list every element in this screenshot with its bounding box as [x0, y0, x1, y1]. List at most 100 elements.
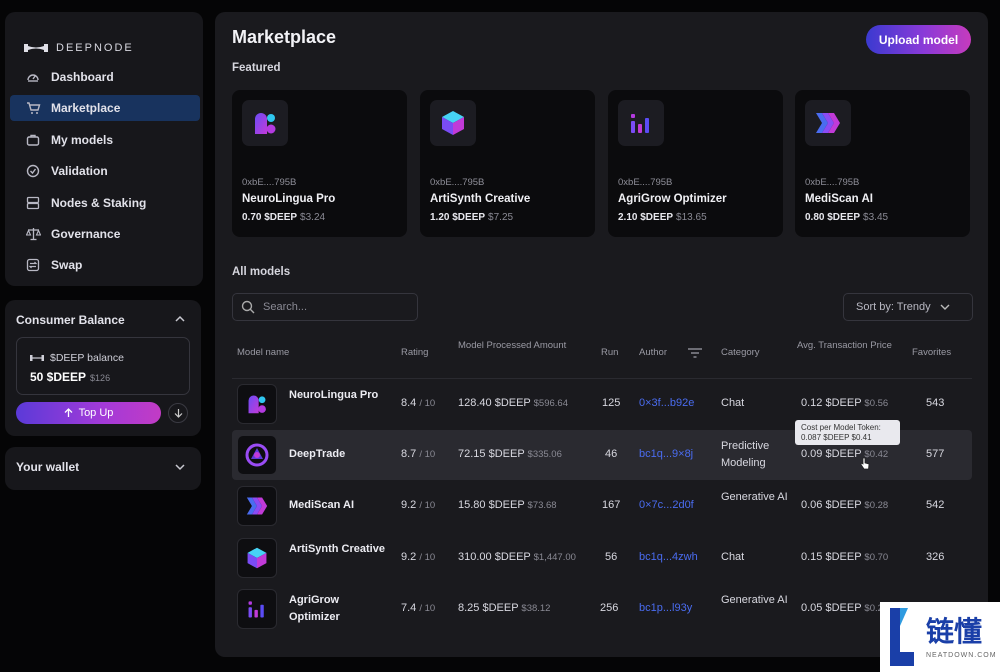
model-category: Chat	[721, 551, 745, 563]
rating-value: 7.4	[401, 602, 417, 614]
rating-max: / 10	[419, 500, 436, 511]
col-header-rating[interactable]: Rating	[401, 346, 428, 360]
briefcase-icon	[25, 132, 41, 148]
model-author-link[interactable]: bc1p...l93y	[639, 600, 692, 617]
model-run: 125	[602, 397, 621, 409]
col-header-run[interactable]: Run	[601, 346, 618, 360]
col-header-favorites[interactable]: Favorites	[912, 346, 951, 360]
featured-price: 0.70 $DEEP $3.24	[242, 212, 325, 223]
amount-usd: $596.64	[533, 398, 568, 409]
top-up-label: Top Up	[78, 407, 114, 419]
featured-price-deep: 0.70 $DEEP	[242, 212, 298, 223]
model-rating: 9.2 / 10	[401, 497, 435, 514]
brand-name: DEEPNODE	[56, 42, 134, 54]
table-row[interactable]: AgriGrow Optimizer 7.4 / 10 8.25 $DEEP $…	[232, 584, 972, 634]
model-author-link[interactable]: bc1q...9×8j	[639, 446, 693, 463]
sidebar-item-label: Dashboard	[51, 70, 114, 84]
model-run: 46	[605, 448, 618, 460]
model-processed: 128.40 $DEEP $596.64	[458, 395, 568, 412]
featured-price: 0.80 $DEEP $3.45	[805, 212, 888, 223]
sidebar-item-dashboard[interactable]: Dashboard	[10, 64, 200, 90]
featured-card-mediscan[interactable]: 0xbE....795B MediScan AI 0.80 $DEEP $3.45	[795, 90, 970, 237]
model-rating: 8.4 / 10	[401, 395, 435, 412]
model-favorites: 543	[926, 397, 945, 409]
amount-deep: 15.80 $DEEP	[458, 499, 525, 511]
model-favorites: 542	[926, 499, 945, 511]
col-header-author[interactable]: Author	[639, 346, 667, 360]
model-category: Generative AI	[721, 594, 788, 606]
tooltip-line-2: 0.087 $DEEP $0.41	[801, 433, 872, 442]
rating-value: 8.7	[401, 448, 417, 460]
sidebar-item-governance[interactable]: Governance	[10, 221, 200, 247]
sidebar-item-label: Nodes & Staking	[51, 195, 147, 210]
sidebar-item-label: Governance	[51, 226, 121, 241]
model-rating: 7.4 / 10	[401, 600, 435, 617]
featured-card-agrigrow[interactable]: 0xbE....795B AgriGrow Optimizer 2.10 $DE…	[608, 90, 783, 237]
amount-usd: $73.68	[527, 500, 557, 511]
rating-max: / 10	[419, 398, 436, 409]
artisynth-cube-icon	[430, 100, 476, 146]
featured-name: NeuroLingua Pro	[242, 193, 336, 205]
model-rating: 9.2 / 10	[401, 549, 435, 566]
featured-name: AgriGrow Optimizer	[618, 193, 727, 205]
sidebar-item-marketplace[interactable]: Marketplace	[10, 95, 200, 122]
featured-price-usd: $7.25	[488, 212, 514, 223]
model-name[interactable]: ArtiSynth Creative	[289, 541, 389, 558]
model-author-link[interactable]: 0×3f...b92e	[639, 395, 694, 412]
chevron-up-icon[interactable]	[173, 312, 187, 326]
search-input[interactable]	[263, 301, 403, 313]
rating-max: / 10	[419, 552, 436, 563]
your-wallet-title: Your wallet	[16, 460, 80, 474]
col-header-category[interactable]: Category	[721, 346, 760, 360]
col-header-model-name[interactable]: Model name	[237, 346, 289, 360]
nav-list: Dashboard Marketplace My models Validati…	[10, 64, 200, 284]
col-header-processed-amount[interactable]: Model Processed Amount	[458, 339, 568, 353]
model-author-link[interactable]: 0×7c...2d0f	[639, 497, 694, 514]
featured-card-neurolingua[interactable]: 0xbE....795B NeuroLingua Pro 0.70 $DEEP $…	[232, 90, 407, 237]
sidebar-item-my-models[interactable]: My models	[10, 127, 200, 153]
sidebar-item-nodes-staking[interactable]: Nodes & Staking	[10, 190, 200, 216]
rating-value: 9.2	[401, 551, 417, 563]
withdraw-button[interactable]	[168, 403, 188, 423]
featured-address: 0xbE....795B	[430, 177, 485, 188]
featured-name: MediScan AI	[805, 193, 873, 205]
model-avg-price: 0.09 $DEEP $0.42	[801, 446, 888, 463]
amount-usd: $1,447.00	[533, 552, 576, 563]
featured-card-artisynth[interactable]: 0xbE....795B ArtiSynth Creative 1.20 $DE…	[420, 90, 595, 237]
amount-deep: 72.15 $DEEP	[458, 448, 525, 460]
featured-price-usd: $3.24	[300, 212, 326, 223]
featured-price-deep: 1.20 $DEEP	[430, 212, 486, 223]
sidebar-item-validation[interactable]: Validation	[10, 158, 200, 184]
deep-balance-value: 50 $DEEP $126	[30, 370, 110, 384]
upload-model-button[interactable]: Upload model	[866, 25, 971, 54]
check-circle-icon	[25, 163, 41, 179]
featured-price-usd: $13.65	[676, 212, 707, 223]
model-name[interactable]: MediScan AI	[289, 497, 389, 514]
featured-name: ArtiSynth Creative	[430, 193, 531, 205]
deep-balance-card: $DEEP balance 50 $DEEP $126	[16, 337, 190, 395]
brand-logo[interactable]: DEEPNODE	[24, 42, 134, 54]
watermark: 链懂 NEATDOWN.COM	[880, 602, 1000, 672]
table-row[interactable]: ArtiSynth Creative 9.2 / 10 310.00 $DEEP…	[232, 533, 972, 583]
balance-amount: 50 $DEEP	[30, 370, 87, 384]
chevron-down-icon[interactable]	[173, 460, 187, 474]
table-row[interactable]: MediScan AI 9.2 / 10 15.80 $DEEP $73.68 …	[232, 481, 972, 531]
rating-max: / 10	[419, 603, 436, 614]
your-wallet-panel[interactable]: Your wallet	[5, 447, 201, 490]
sidebar-item-swap[interactable]: Swap	[10, 252, 200, 278]
top-up-button[interactable]: Top Up	[16, 402, 161, 424]
sort-dropdown[interactable]: Sort by: Trendy	[843, 293, 973, 321]
model-name[interactable]: AgriGrow Optimizer	[289, 592, 389, 626]
model-name[interactable]: DeepTrade	[289, 446, 389, 463]
avg-usd: $0.56	[864, 398, 889, 409]
model-name[interactable]: NeuroLingua Pro	[289, 387, 389, 404]
col-header-avg-price[interactable]: Avg. Transaction Price	[797, 339, 897, 353]
model-author-link[interactable]: bc1q...4zwh	[639, 549, 698, 566]
model-favorites: 326	[926, 551, 945, 563]
model-avg-price: 0.15 $DEEP $0.70	[801, 549, 888, 566]
deepnode-mini-icon	[30, 355, 44, 361]
deepnode-logo-icon	[24, 44, 48, 52]
sidebar-item-label: Swap	[51, 258, 83, 273]
model-rating: 8.7 / 10	[401, 446, 435, 463]
filter-icon[interactable]	[687, 347, 703, 359]
